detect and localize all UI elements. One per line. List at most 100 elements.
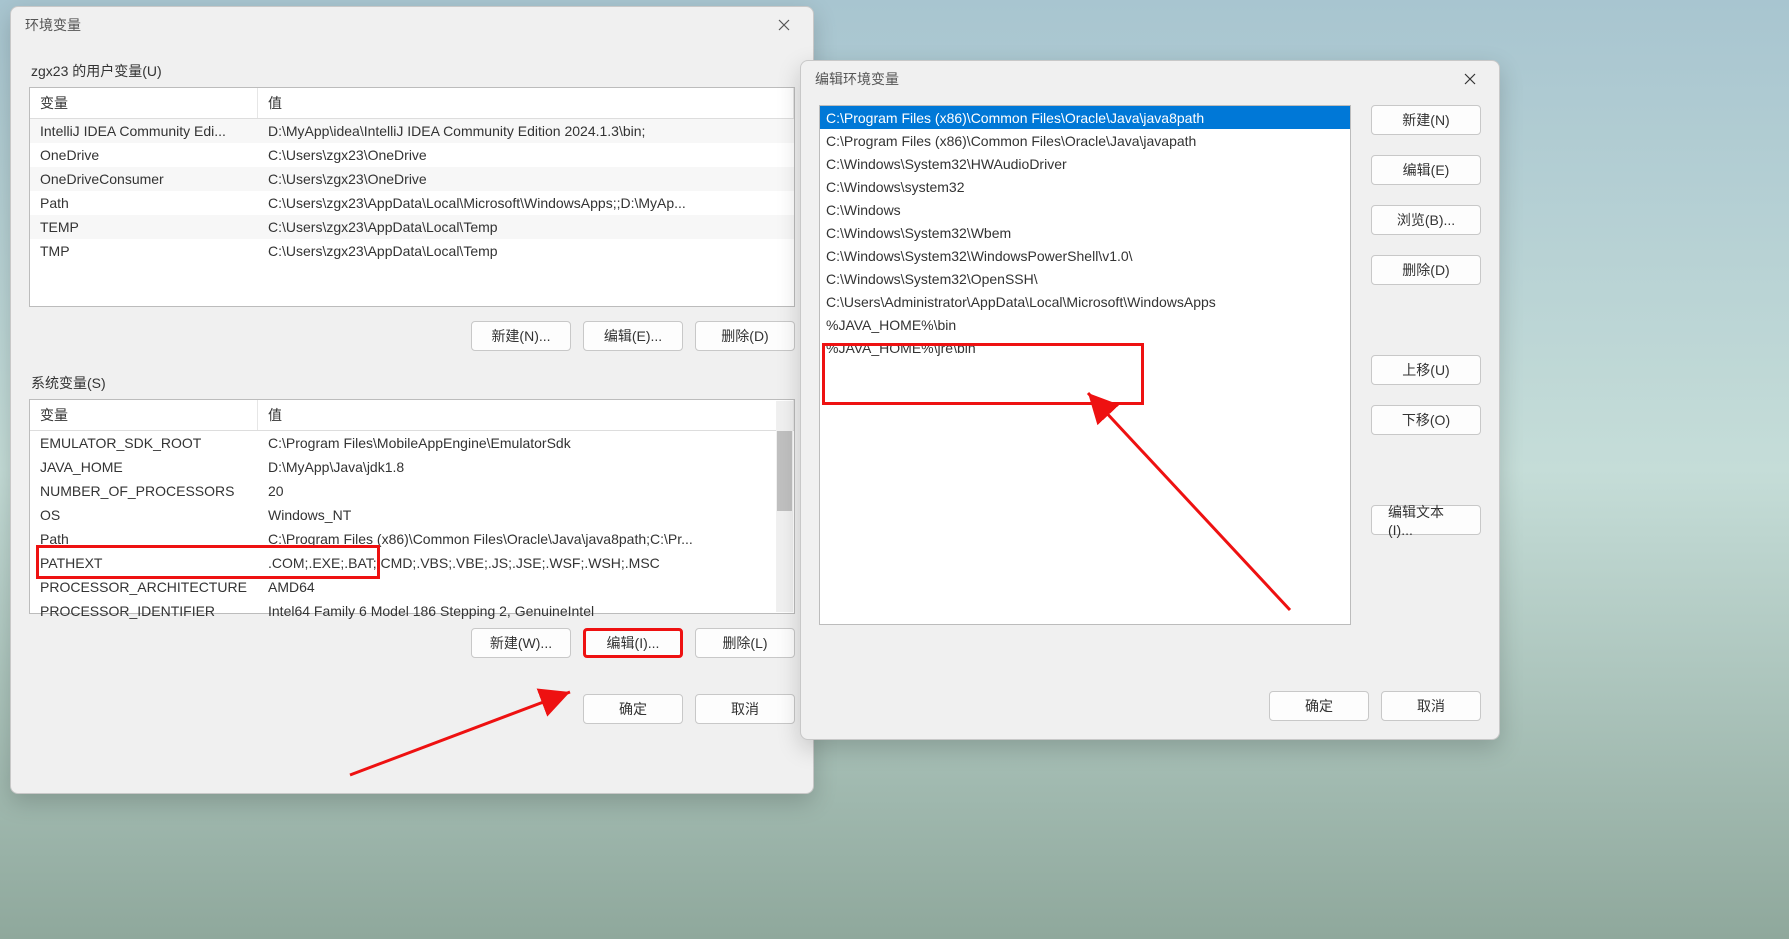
list-item[interactable]: C:\Windows\System32\WindowsPowerShell\v1… [820, 244, 1350, 267]
var-name: EMULATOR_SDK_ROOT [30, 435, 258, 451]
table-row[interactable]: PROCESSOR_ARCHITECTUREAMD64 [30, 575, 794, 599]
path-up-button[interactable]: 上移(U) [1371, 355, 1481, 385]
path-new-button[interactable]: 新建(N) [1371, 105, 1481, 135]
var-value: D:\MyApp\Java\jdk1.8 [258, 459, 794, 475]
path-entry: C:\Windows\System32\OpenSSH\ [820, 271, 1350, 287]
table-row[interactable]: PATHEXT.COM;.EXE;.BAT;.CMD;.VBS;.VBE;.JS… [30, 551, 794, 575]
var-value: C:\Users\zgx23\AppData\Local\Temp [258, 219, 794, 235]
table-row[interactable]: IntelliJ IDEA Community Edi...D:\MyApp\i… [30, 119, 794, 143]
dialog-title: 环境变量 [25, 15, 81, 35]
table-row[interactable]: TEMPC:\Users\zgx23\AppData\Local\Temp [30, 215, 794, 239]
var-name: JAVA_HOME [30, 459, 258, 475]
path-entry: %JAVA_HOME%\bin [820, 317, 1350, 333]
list-item[interactable]: C:\Users\Administrator\AppData\Local\Mic… [820, 290, 1350, 313]
path-entry: C:\Windows\System32\WindowsPowerShell\v1… [820, 248, 1350, 264]
table-row[interactable]: EMULATOR_SDK_ROOTC:\Program Files\Mobile… [30, 431, 794, 455]
col-header-val[interactable]: 值 [258, 88, 794, 118]
table-row[interactable]: PROCESSOR_IDENTIFIERIntel64 Family 6 Mod… [30, 599, 794, 623]
sys-delete-button[interactable]: 删除(L) [695, 628, 795, 658]
list-item[interactable]: %JAVA_HOME%\jre\bin [820, 336, 1350, 359]
var-name: PROCESSOR_ARCHITECTURE [30, 579, 258, 595]
var-name: PATHEXT [30, 555, 258, 571]
path-entry: C:\Windows\System32\HWAudioDriver [820, 156, 1350, 172]
path-entry: C:\Windows\system32 [820, 179, 1350, 195]
var-name: IntelliJ IDEA Community Edi... [30, 123, 258, 139]
var-name: OneDrive [30, 147, 258, 163]
list-item[interactable]: C:\Windows\system32 [820, 175, 1350, 198]
var-value: C:\Users\zgx23\OneDrive [258, 171, 794, 187]
table-row[interactable]: OneDriveC:\Users\zgx23\OneDrive [30, 143, 794, 167]
var-value: D:\MyApp\idea\IntelliJ IDEA Community Ed… [258, 123, 794, 139]
var-value: C:\Users\zgx23\AppData\Local\Microsoft\W… [258, 195, 794, 211]
path-entry: C:\Users\Administrator\AppData\Local\Mic… [820, 294, 1350, 310]
sys-vars-list[interactable]: 变量 值 EMULATOR_SDK_ROOTC:\Program Files\M… [29, 399, 795, 614]
path-list[interactable]: C:\Program Files (x86)\Common Files\Orac… [819, 105, 1351, 625]
ok-button[interactable]: 确定 [1269, 691, 1369, 721]
list-item[interactable]: %JAVA_HOME%\bin [820, 313, 1350, 336]
table-row[interactable]: PathC:\Program Files (x86)\Common Files\… [30, 527, 794, 551]
path-edit-text-button[interactable]: 编辑文本(I)... [1371, 505, 1481, 535]
var-value: Intel64 Family 6 Model 186 Stepping 2, G… [258, 603, 794, 619]
list-item[interactable]: C:\Windows [820, 198, 1350, 221]
path-browse-button[interactable]: 浏览(B)... [1371, 205, 1481, 235]
sys-edit-button[interactable]: 编辑(I)... [583, 628, 683, 658]
path-entry: C:\Program Files (x86)\Common Files\Orac… [820, 110, 1350, 126]
list-item[interactable]: C:\Program Files (x86)\Common Files\Orac… [820, 129, 1350, 152]
table-row[interactable]: PathC:\Users\zgx23\AppData\Local\Microso… [30, 191, 794, 215]
table-row[interactable]: NUMBER_OF_PROCESSORS20 [30, 479, 794, 503]
path-down-button[interactable]: 下移(O) [1371, 405, 1481, 435]
col-header-var[interactable]: 变量 [30, 88, 258, 118]
col-header-val[interactable]: 值 [258, 400, 794, 430]
var-name: PROCESSOR_IDENTIFIER [30, 603, 258, 619]
sys-vars-label: 系统变量(S) [31, 373, 795, 393]
path-entry: C:\Windows [820, 202, 1350, 218]
scrollbar-thumb[interactable] [777, 431, 792, 511]
var-name: Path [30, 531, 258, 547]
table-row[interactable]: OneDriveConsumerC:\Users\zgx23\OneDrive [30, 167, 794, 191]
cancel-button[interactable]: 取消 [695, 694, 795, 724]
var-value: .COM;.EXE;.BAT;.CMD;.VBS;.VBE;.JS;.JSE;.… [258, 555, 794, 571]
sys-new-button[interactable]: 新建(W)... [471, 628, 571, 658]
var-name: OS [30, 507, 258, 523]
var-name: NUMBER_OF_PROCESSORS [30, 483, 258, 499]
path-delete-button[interactable]: 删除(D) [1371, 255, 1481, 285]
scrollbar[interactable] [776, 401, 793, 612]
titlebar: 编辑环境变量 [801, 61, 1499, 97]
path-edit-button[interactable]: 编辑(E) [1371, 155, 1481, 185]
var-name: OneDriveConsumer [30, 171, 258, 187]
var-value: C:\Program Files (x86)\Common Files\Orac… [258, 531, 794, 547]
user-delete-button[interactable]: 删除(D) [695, 321, 795, 351]
table-row[interactable]: JAVA_HOMED:\MyApp\Java\jdk1.8 [30, 455, 794, 479]
table-row[interactable]: OSWindows_NT [30, 503, 794, 527]
var-value: AMD64 [258, 579, 794, 595]
var-value: 20 [258, 483, 794, 499]
var-value: C:\Users\zgx23\OneDrive [258, 147, 794, 163]
path-entry: %JAVA_HOME%\jre\bin [820, 340, 1350, 356]
list-item[interactable]: C:\Program Files (x86)\Common Files\Orac… [820, 106, 1350, 129]
edit-env-var-dialog: 编辑环境变量 C:\Program Files (x86)\Common Fil… [800, 60, 1500, 740]
dialog-title: 编辑环境变量 [815, 69, 899, 89]
list-item[interactable]: C:\Windows\System32\HWAudioDriver [820, 152, 1350, 175]
var-value: Windows_NT [258, 507, 794, 523]
list-item[interactable]: C:\Windows\System32\Wbem [820, 221, 1350, 244]
col-header-var[interactable]: 变量 [30, 400, 258, 430]
user-vars-list[interactable]: 变量 值 IntelliJ IDEA Community Edi...D:\My… [29, 87, 795, 307]
env-vars-dialog: 环境变量 zgx23 的用户变量(U) 变量 值 IntelliJ IDEA C… [10, 6, 814, 794]
user-edit-button[interactable]: 编辑(E)... [583, 321, 683, 351]
var-name: TEMP [30, 219, 258, 235]
path-entry: C:\Program Files (x86)\Common Files\Orac… [820, 133, 1350, 149]
var-value: C:\Program Files\MobileAppEngine\Emulato… [258, 435, 794, 451]
path-entry: C:\Windows\System32\Wbem [820, 225, 1350, 241]
cancel-button[interactable]: 取消 [1381, 691, 1481, 721]
titlebar: 环境变量 [11, 7, 813, 43]
close-icon[interactable] [1449, 64, 1491, 94]
close-icon[interactable] [763, 10, 805, 40]
var-name: TMP [30, 243, 258, 259]
user-new-button[interactable]: 新建(N)... [471, 321, 571, 351]
var-name: Path [30, 195, 258, 211]
table-row[interactable]: TMPC:\Users\zgx23\AppData\Local\Temp [30, 239, 794, 263]
ok-button[interactable]: 确定 [583, 694, 683, 724]
var-value: C:\Users\zgx23\AppData\Local\Temp [258, 243, 794, 259]
list-item[interactable]: C:\Windows\System32\OpenSSH\ [820, 267, 1350, 290]
user-vars-label: zgx23 的用户变量(U) [31, 61, 795, 81]
